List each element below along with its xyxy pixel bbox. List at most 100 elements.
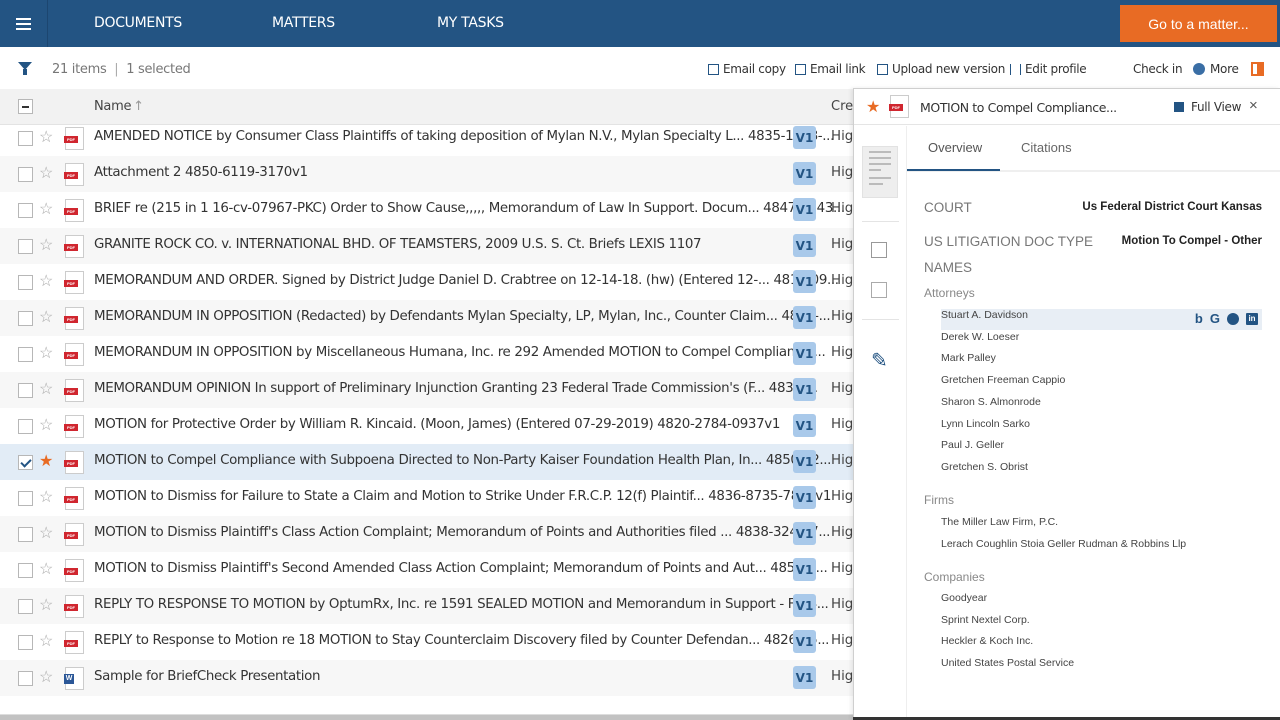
row-checkbox[interactable]: [18, 311, 33, 326]
version-badge[interactable]: V1: [793, 162, 816, 185]
table-row[interactable]: ☆ PDF MEMORANDUM IN OPPOSITION (Redacted) …: [0, 300, 853, 336]
attorney-item[interactable]: Paul J. Geller: [941, 439, 1262, 460]
table-row[interactable]: ☆ PDF AMENDED NOTICE by Consumer Class Pla…: [0, 120, 853, 156]
nav-documents[interactable]: DOCUMENTS: [94, 0, 182, 47]
version-badge[interactable]: V1: [793, 486, 816, 509]
favorite-star-icon[interactable]: ★: [866, 97, 880, 117]
more-button[interactable]: More: [1193, 57, 1239, 76]
nav-my-tasks[interactable]: MY TASKS: [437, 0, 504, 47]
check-in-button[interactable]: Check in: [1133, 62, 1183, 76]
document-title[interactable]: MOTION for Protective Order by William R…: [94, 417, 780, 432]
nav-matters[interactable]: MATTERS: [272, 0, 335, 47]
document-title[interactable]: MEMORANDUM IN OPPOSITION (Redacted) by D…: [94, 309, 831, 324]
tab-overview[interactable]: Overview: [928, 140, 982, 155]
row-checkbox[interactable]: [18, 635, 33, 650]
email-link-button[interactable]: Email link: [795, 62, 866, 76]
document-title[interactable]: BRIEF re (215 in 1 16-cv-07967-PKC) Orde…: [94, 201, 845, 216]
table-row[interactable]: ☆ PDF MOTION to Dismiss Plaintiff's Class …: [0, 516, 853, 552]
table-row[interactable]: ☆ PDF REPLY TO RESPONSE TO MOTION by Optum…: [0, 588, 853, 624]
go-to-matter-button[interactable]: Go to a matter...: [1120, 5, 1277, 42]
attorney-item[interactable]: Gretchen S. Obrist: [941, 461, 1262, 482]
company-item[interactable]: Goodyear: [941, 592, 1262, 613]
row-checkbox[interactable]: [18, 491, 33, 506]
annotate-pen-icon[interactable]: ✎: [871, 348, 888, 373]
version-badge[interactable]: V1: [793, 522, 816, 545]
table-row[interactable]: ☆ PDF MEMORANDUM AND ORDER. Signed by Dist…: [0, 264, 853, 300]
version-badge[interactable]: V1: [793, 342, 816, 365]
document-title[interactable]: REPLY to Response to Motion re 18 MOTION…: [94, 633, 829, 648]
table-row[interactable]: ☆ PDF MEMORANDUM IN OPPOSITION by Miscella…: [0, 336, 853, 372]
document-title[interactable]: REPLY TO RESPONSE TO MOTION by OptumRx, …: [94, 597, 829, 612]
web-search-icon[interactable]: [1227, 312, 1239, 325]
version-badge[interactable]: V1: [793, 234, 816, 257]
favorite-star-icon[interactable]: ☆: [39, 271, 53, 291]
version-badge[interactable]: V1: [793, 306, 816, 329]
favorite-star-icon[interactable]: ☆: [39, 487, 53, 507]
filter-icon[interactable]: [18, 62, 32, 75]
document-thumbnail[interactable]: [862, 146, 898, 198]
version-badge[interactable]: V1: [793, 378, 816, 401]
document-title[interactable]: MOTION to Dismiss Plaintiff's Second Ame…: [94, 561, 828, 576]
table-row[interactable]: ☆ PDF MOTION to Dismiss for Failure to Sta…: [0, 480, 853, 516]
upload-new-version-button[interactable]: Upload new version: [877, 62, 1005, 76]
document-title[interactable]: MOTION to Compel Compliance with Subpoen…: [94, 453, 831, 468]
linkedin-icon[interactable]: in: [1246, 312, 1258, 325]
table-row[interactable]: ☆ PDF GRANITE ROCK CO. v. INTERNATIONAL BH…: [0, 228, 853, 264]
favorite-star-icon[interactable]: ☆: [39, 343, 53, 363]
document-title[interactable]: AMENDED NOTICE by Consumer Class Plainti…: [94, 129, 834, 144]
row-checkbox[interactable]: [18, 203, 33, 218]
favorite-star-icon[interactable]: ☆: [39, 235, 53, 255]
google-search-icon[interactable]: G: [1210, 312, 1220, 325]
bing-search-icon[interactable]: b: [1195, 312, 1203, 325]
horizontal-scrollbar[interactable]: [0, 714, 853, 720]
row-checkbox[interactable]: [18, 455, 33, 470]
version-badge[interactable]: V1: [793, 126, 816, 149]
row-checkbox[interactable]: [18, 167, 33, 182]
tab-citations[interactable]: Citations: [1021, 140, 1072, 155]
favorite-star-icon[interactable]: ☆: [39, 127, 53, 147]
version-badge[interactable]: V1: [793, 450, 816, 473]
favorite-star-icon[interactable]: ☆: [39, 379, 53, 399]
document-info-icon[interactable]: [871, 242, 887, 258]
row-checkbox[interactable]: [18, 383, 33, 398]
row-checkbox[interactable]: [18, 671, 33, 686]
document-title[interactable]: MEMORANDUM OPINION In support of Prelimi…: [94, 381, 818, 396]
select-all-checkbox[interactable]: [18, 99, 33, 114]
version-badge[interactable]: V1: [793, 630, 816, 653]
company-item[interactable]: United States Postal Service: [941, 657, 1262, 678]
document-title[interactable]: GRANITE ROCK CO. v. INTERNATIONAL BHD. O…: [94, 237, 702, 252]
row-checkbox[interactable]: [18, 419, 33, 434]
version-badge[interactable]: V1: [793, 198, 816, 221]
table-row[interactable]: ☆ PDF REPLY to Response to Motion re 18 MO…: [0, 624, 853, 660]
row-checkbox[interactable]: [18, 347, 33, 362]
document-title[interactable]: MEMORANDUM AND ORDER. Signed by District…: [94, 273, 839, 288]
attorney-item[interactable]: Lynn Lincoln Sarko: [941, 418, 1262, 439]
version-badge[interactable]: V1: [793, 594, 816, 617]
close-icon[interactable]: ×: [1249, 97, 1258, 114]
edit-profile-button[interactable]: Edit profile: [1010, 62, 1087, 76]
favorite-star-icon[interactable]: ☆: [39, 595, 53, 615]
version-badge[interactable]: V1: [793, 666, 816, 689]
hamburger-menu-button[interactable]: [0, 0, 48, 47]
attorney-item[interactable]: Mark Palley: [941, 352, 1262, 373]
document-title[interactable]: MEMORANDUM IN OPPOSITION by Miscellaneou…: [94, 345, 826, 360]
full-view-button[interactable]: Full View: [1174, 100, 1241, 114]
table-row[interactable]: ☆ PDF Attachment 2 4850-6119-3170v1 V1 High: [0, 156, 853, 192]
row-checkbox[interactable]: [18, 599, 33, 614]
attorney-item[interactable]: Gretchen Freeman Cappio: [941, 374, 1262, 395]
table-row[interactable]: ☆ PDF MEMORANDUM OPINION In support of Pre…: [0, 372, 853, 408]
favorite-star-icon[interactable]: ☆: [39, 307, 53, 327]
firm-item[interactable]: The Miller Law Firm, P.C.: [941, 516, 1262, 537]
row-checkbox[interactable]: [18, 563, 33, 578]
attorney-item[interactable]: Derek W. Loeser: [941, 331, 1262, 352]
favorite-star-icon[interactable]: ☆: [39, 559, 53, 579]
document-title[interactable]: Sample for BriefCheck Presentation: [94, 669, 321, 684]
versions-copy-icon[interactable]: [871, 282, 887, 298]
version-badge[interactable]: V1: [793, 558, 816, 581]
column-name-header[interactable]: Name ↑: [94, 99, 144, 114]
favorite-star-icon[interactable]: ☆: [39, 667, 53, 687]
company-item[interactable]: Sprint Nextel Corp.: [941, 614, 1262, 635]
row-checkbox[interactable]: [18, 275, 33, 290]
row-checkbox[interactable]: [18, 131, 33, 146]
table-row[interactable]: ☆ W Sample for BriefCheck Presentation V1 Hi…: [0, 660, 853, 696]
